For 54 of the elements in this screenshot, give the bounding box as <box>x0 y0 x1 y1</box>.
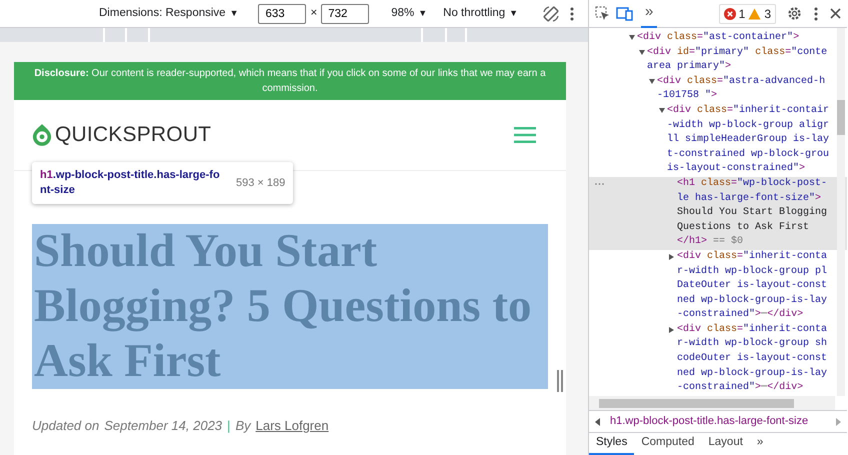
zoom-dropdown[interactable]: 98% <box>391 4 414 22</box>
expand-caret-icon[interactable] <box>669 254 674 260</box>
more-icon[interactable] <box>814 6 818 20</box>
dom-node[interactable]: <h1 class="wp-block-post- le has-large-font-size"> Should You Start Blogging Questions to Ask First </h1> == $0 <box>589 176 847 250</box>
more-icon[interactable] <box>595 182 604 185</box>
by-label: By <box>235 417 251 435</box>
collapse-caret-icon[interactable] <box>629 35 635 40</box>
caret-icon[interactable]: ▼ <box>509 6 518 20</box>
more-tabs-button[interactable]: » <box>750 433 770 455</box>
logo-icon[interactable] <box>32 123 52 147</box>
caret-icon[interactable]: ▼ <box>418 6 428 20</box>
caret-icon[interactable]: ▼ <box>230 6 238 20</box>
height-field[interactable]: 732 <box>321 4 370 24</box>
error-icon <box>724 8 736 20</box>
updated-label: Updated on <box>32 417 100 435</box>
tooltip-size: 593 × 189 <box>236 176 286 191</box>
more-tabs-button[interactable]: » <box>641 0 658 28</box>
breadcrumb-item[interactable]: h1.wp-block-post-title.has-large-font-size <box>610 413 808 430</box>
logo-text[interactable]: QUICKSPROUT <box>55 119 212 151</box>
post-date: September 14, 2023 <box>104 417 222 435</box>
inspect-icon[interactable] <box>595 6 610 21</box>
more-icon[interactable] <box>570 6 574 20</box>
horizontal-scrollbar[interactable] <box>589 396 835 410</box>
panel-tab[interactable]: Styles <box>589 433 634 455</box>
dimensions-dropdown[interactable]: Dimensions: Responsive <box>99 4 226 22</box>
expand-caret-icon[interactable] <box>669 326 674 333</box>
tooltip-selector: h1.wp-block-post-title.has-large-font-size <box>40 168 221 198</box>
panel-tab[interactable]: Computed <box>634 433 702 455</box>
collapse-caret-icon[interactable] <box>649 78 655 84</box>
resize-handle[interactable] <box>557 370 563 392</box>
dom-node[interactable]: <div id="primary" class="conte area primary"> <box>589 46 847 75</box>
close-icon[interactable] <box>830 8 841 19</box>
times-sign: × <box>310 6 318 21</box>
collapse-caret-icon[interactable] <box>639 50 645 55</box>
post-title: Should You Start Blogging? 5 Questions to Ask First <box>32 224 548 389</box>
panel-tab[interactable]: Layout <box>701 433 750 455</box>
throttling-dropdown[interactable]: No throttling <box>443 4 506 22</box>
dom-node[interactable]: <div class="inherit-conta r-width wp-block-group sh codeOuter is-layout-const ned wp-block-group-is-lay -constrained">⋯</div> <box>589 322 847 396</box>
dom-node[interactable]: <div class="ast-container"> <box>589 31 847 46</box>
rotate-icon[interactable] <box>542 4 560 22</box>
issues-counter[interactable]: 1 3 <box>718 4 776 24</box>
dom-node[interactable]: <div class="inherit-contair -width wp-block-group aligr ll simpleHeaderGroup is-lay t-constrained wp-block-grou is-layout-constrained"> <box>589 104 847 177</box>
width-field[interactable]: 633 <box>258 4 306 24</box>
device-icon[interactable] <box>616 6 633 20</box>
dom-node[interactable]: <div class="astra-advanced-h -101758 "> <box>589 74 847 104</box>
vertical-scrollbar[interactable] <box>837 28 845 396</box>
separator: | <box>227 417 230 435</box>
author-link[interactable]: Lars Lofgren <box>256 416 329 436</box>
dom-node[interactable]: <div class="inherit-conta r-width wp-block-group pl DateOuter is-layout-const ned wp-block-group-is-lay -constrained">⋯</div> <box>589 250 847 323</box>
warning-icon <box>748 8 762 20</box>
disclosure-banner: Disclosure: Our content is reader-supported, which means that if you click on some of our links that we may earn a commission. <box>14 62 566 100</box>
collapse-caret-icon[interactable] <box>659 108 665 113</box>
settings-icon[interactable] <box>787 6 802 21</box>
scroll-left-icon[interactable] <box>595 418 600 426</box>
